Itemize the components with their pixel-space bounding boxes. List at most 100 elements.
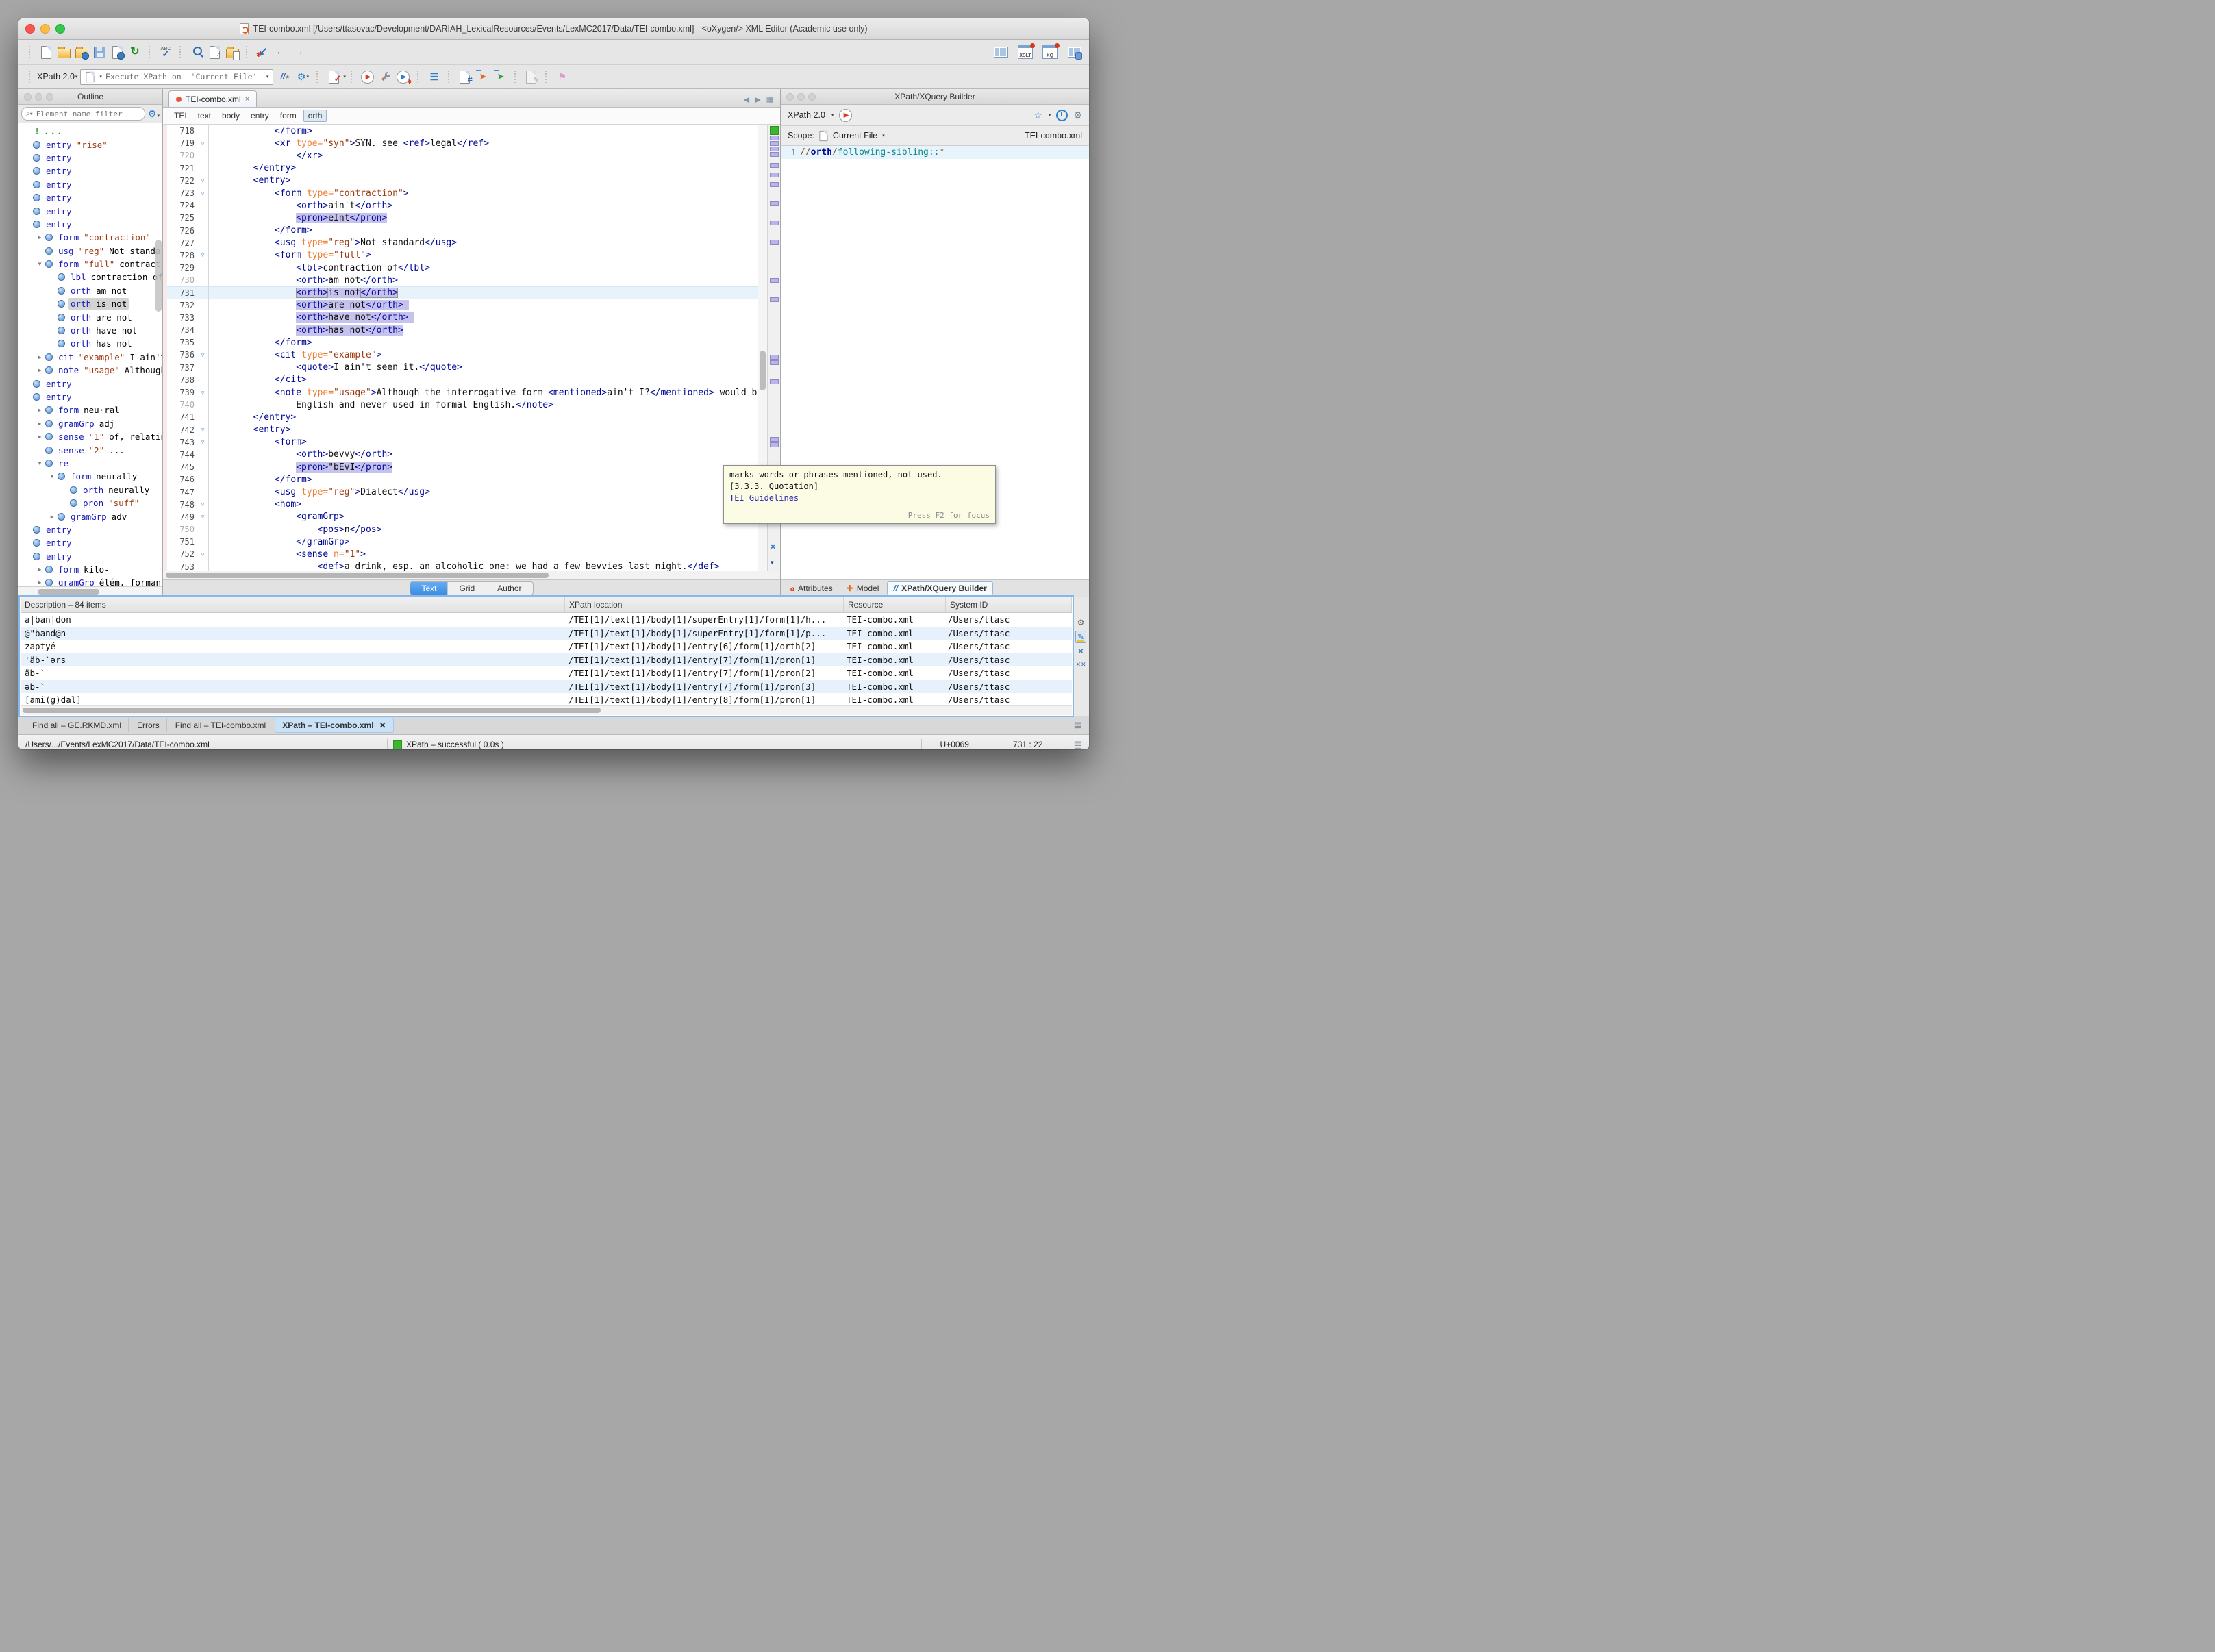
outline-item[interactable]: lblcontraction of xyxy=(18,271,162,284)
match-marker[interactable] xyxy=(770,240,779,245)
edit-xpath-button[interactable]: ✎ xyxy=(1075,631,1086,643)
debug-scenario-button[interactable]: ▶✱ xyxy=(395,68,412,86)
outline-item[interactable]: ▼formneurally xyxy=(18,470,162,483)
match-marker[interactable] xyxy=(770,297,779,302)
outline-item[interactable]: entry xyxy=(18,523,162,536)
tab-list-icon[interactable]: ▦ xyxy=(766,95,773,104)
builder-tab-xpath-xquery-builder[interactable]: //XPath/XQuery Builder xyxy=(887,581,992,595)
code-line-732[interactable]: 732 <orth>are not</orth> xyxy=(163,299,758,312)
outline-item[interactable]: entry xyxy=(18,204,162,217)
builder-tab-model[interactable]: ✛Model xyxy=(841,582,885,595)
find-resource-button[interactable] xyxy=(223,43,241,61)
remove-all-results-button[interactable]: ✕✕ xyxy=(1075,660,1086,669)
code-line-721[interactable]: 721 </entry> xyxy=(163,162,758,175)
xpath-favorites-button[interactable]: //★ xyxy=(276,68,294,86)
xquery-debugger-button[interactable]: XQ xyxy=(1041,43,1059,61)
outline-item[interactable]: orthhave not xyxy=(18,324,162,337)
results-column-header[interactable]: Resource xyxy=(844,597,946,612)
close-tab-icon[interactable]: × xyxy=(245,95,249,103)
outline-vertical-scrollbar[interactable] xyxy=(155,240,162,312)
match-marker[interactable] xyxy=(770,201,779,206)
code-line-725[interactable]: 725 <pron>eInt</pron> xyxy=(163,212,758,224)
code-line-741[interactable]: 741 </entry> xyxy=(163,411,758,423)
element-filter-input[interactable] xyxy=(35,109,140,119)
code-line-745[interactable]: 745 <pron>"bEvI</pron> xyxy=(163,461,758,473)
element-filter-box[interactable]: ⌕▾ xyxy=(21,107,145,121)
results-horizontal-scrollbar[interactable] xyxy=(21,705,1072,715)
outline-item[interactable]: entry xyxy=(18,550,162,563)
code-line-727[interactable]: 727 <usg type="reg">Not standard</usg> xyxy=(163,237,758,249)
breadcrumb-body[interactable]: body xyxy=(222,111,240,121)
previous-bookmark-button[interactable]: ➤ xyxy=(492,68,510,86)
tei-guidelines-link[interactable]: TEI Guidelines xyxy=(729,492,990,504)
xml-source[interactable]: 718 </form>719▽ <xr type="syn">SYN. see … xyxy=(163,125,758,571)
result-row[interactable]: @"band@n/TEI[1]/text[1]/body[1]/superEnt… xyxy=(21,627,1072,640)
code-line-734[interactable]: 734 <orth>has not</orth> xyxy=(163,324,758,336)
breadcrumb-form[interactable]: form xyxy=(280,111,297,121)
remove-result-button[interactable]: ✕ xyxy=(1077,647,1084,656)
outline-horizontal-scrollbar[interactable] xyxy=(18,586,162,597)
code-line-744[interactable]: 744 <orth>bevvy</orth> xyxy=(163,449,758,461)
reload-button[interactable]: ↻ xyxy=(126,43,144,61)
last-modification-button[interactable]: ↙✱ xyxy=(254,43,272,61)
match-marker[interactable] xyxy=(770,379,779,384)
title-bar[interactable]: TEI-combo.xml [/Users/ttasovac/Developme… xyxy=(18,18,1089,40)
builder-tab-attributes[interactable]: aAttributes xyxy=(785,582,838,595)
execute-xpath-combo[interactable]: ▾ Execute XPath on 'Current File' ▾ xyxy=(80,69,273,85)
outline-item[interactable]: ▶form"contraction" xyxy=(18,231,162,244)
next-bookmark-button[interactable]: ➤ xyxy=(474,68,492,86)
code-line-733[interactable]: 733 <orth>have not</orth> xyxy=(163,312,758,324)
outline-item[interactable]: ▶formkilo- xyxy=(18,563,162,576)
xpath-expression[interactable]: //orth/following-sibling::* xyxy=(800,147,944,158)
find-replace-button[interactable] xyxy=(188,43,205,61)
open-button[interactable] xyxy=(55,43,73,61)
match-marker[interactable] xyxy=(770,182,779,187)
code-line-750[interactable]: 750 <pos>n</pos> xyxy=(163,523,758,536)
clear-highlights-icon[interactable]: ✕ xyxy=(770,542,776,551)
history-clock-icon[interactable] xyxy=(1056,110,1068,121)
review-edit-button[interactable]: ✎ xyxy=(523,68,540,86)
outline-item[interactable]: entry xyxy=(18,536,162,549)
open-url-button[interactable] xyxy=(73,43,90,61)
scope-value[interactable]: Current File xyxy=(833,131,877,140)
code-line-723[interactable]: 723▽ <form type="contraction"> xyxy=(163,187,758,199)
code-line-731[interactable]: 731 <orth>is not</orth> xyxy=(163,286,758,299)
breadcrumb-orth[interactable]: orth xyxy=(303,110,327,122)
code-line-753[interactable]: 753 <def>a drink, esp. an alcoholic one:… xyxy=(163,561,758,571)
match-marker[interactable] xyxy=(770,136,779,140)
outline-item[interactable]: ▶sense"1"of, relating to xyxy=(18,430,162,443)
code-line-748[interactable]: 748▽ <hom> xyxy=(163,499,758,511)
outline-item[interactable]: orthis not xyxy=(18,297,162,310)
builder-settings-button[interactable]: ⚙ xyxy=(1073,110,1082,121)
outline-item[interactable]: orthneurally xyxy=(18,484,162,497)
next-marker-icon[interactable]: ▾ xyxy=(771,559,774,566)
results-column-header[interactable]: Description – 84 items xyxy=(21,597,565,612)
code-line-735[interactable]: 735 </form> xyxy=(163,336,758,349)
match-marker[interactable] xyxy=(770,152,779,157)
view-tab-xpath-tei-combo-xml[interactable]: XPath – TEI-combo.xml✕ xyxy=(275,718,393,733)
validate-button[interactable]: ✓ xyxy=(325,68,342,86)
mode-text[interactable]: Text xyxy=(410,582,448,595)
result-row[interactable]: äb-`/TEI[1]/text[1]/body[1]/entry[7]/for… xyxy=(21,666,1072,680)
results-column-header[interactable]: XPath location xyxy=(565,597,844,612)
code-line-737[interactable]: 737 <quote>I ain't seen it.</quote> xyxy=(163,362,758,374)
outline-item[interactable]: entry xyxy=(18,164,162,177)
minimize-window-button[interactable] xyxy=(40,24,50,34)
code-line-740[interactable]: 740 English and never used in formal Eng… xyxy=(163,399,758,411)
outline-item[interactable]: !... xyxy=(18,125,162,138)
code-line-743[interactable]: 743▽ <form> xyxy=(163,436,758,449)
outline-item[interactable]: ▶gramGrpadv xyxy=(18,510,162,523)
database-perspective-button[interactable] xyxy=(1066,43,1084,61)
code-line-729[interactable]: 729 <lbl>contraction of</lbl> xyxy=(163,262,758,274)
execute-xpath-button[interactable]: ▶ xyxy=(839,109,852,122)
outline-item[interactable]: entry xyxy=(18,377,162,390)
result-row[interactable]: 'äb-`ərs/TEI[1]/text[1]/body[1]/entry[7]… xyxy=(21,653,1072,667)
code-line-742[interactable]: 742▽ <entry> xyxy=(163,424,758,436)
match-marker[interactable] xyxy=(770,355,779,360)
builder-header[interactable]: XPath/XQuery Builder xyxy=(781,89,1089,105)
spell-check-button[interactable]: ABC✓ xyxy=(157,43,175,61)
outline-item[interactable]: entry"rise" xyxy=(18,138,162,151)
match-marker[interactable] xyxy=(770,360,779,365)
breadcrumb-text[interactable]: text xyxy=(198,111,211,121)
result-row[interactable]: əb-`/TEI[1]/text[1]/body[1]/entry[7]/for… xyxy=(21,680,1072,694)
